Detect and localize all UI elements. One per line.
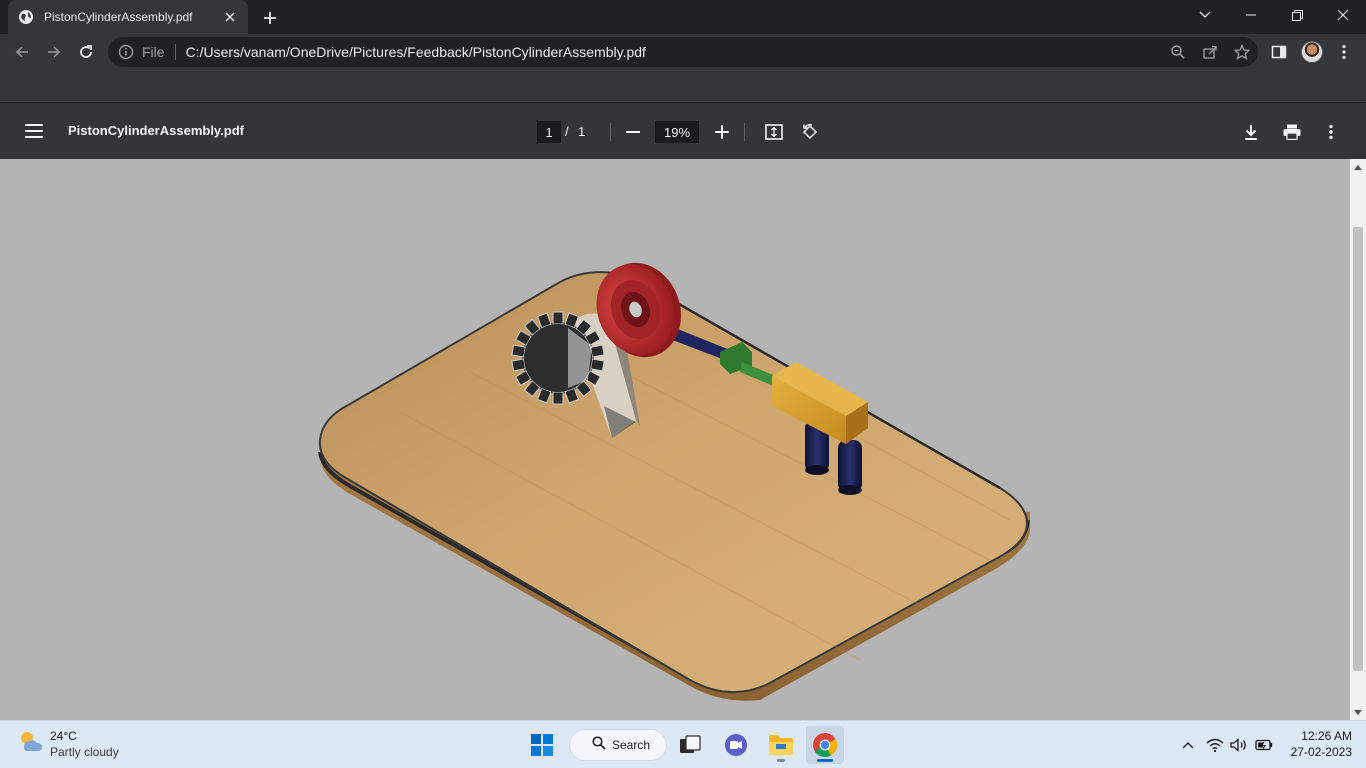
chrome-button[interactable] [806, 726, 844, 764]
tab-search-chevron-icon[interactable] [1182, 0, 1228, 30]
page-number-input[interactable] [537, 121, 561, 143]
tab-pdf[interactable]: PistonCylinderAssembly.pdf [8, 0, 248, 34]
download-icon[interactable] [1238, 119, 1264, 145]
close-window-button[interactable] [1320, 0, 1366, 30]
task-view-icon [680, 735, 701, 753]
search-label: Search [612, 738, 651, 752]
partly-cloudy-icon [16, 727, 44, 760]
pdf-document-title: PistonCylinderAssembly.pdf [68, 123, 245, 138]
piston-cylinder-render [318, 262, 1030, 701]
pdf-viewport[interactable] [0, 159, 1350, 720]
scroll-up-arrow-icon[interactable] [1350, 159, 1366, 175]
file-explorer-button[interactable] [762, 726, 800, 764]
globe-icon [18, 9, 34, 25]
address-bar[interactable]: File C:/Users/vanam/OneDrive/Pictures/Fe… [108, 37, 1258, 67]
info-icon[interactable] [118, 44, 134, 60]
hidden-icons-chevron-icon[interactable] [1178, 735, 1198, 755]
clock-date: 27-02-2023 [1290, 745, 1352, 759]
start-button[interactable] [523, 726, 561, 764]
scroll-down-arrow-icon[interactable] [1350, 704, 1366, 720]
weather-widget[interactable]: 24°C Partly cloudy [16, 727, 119, 760]
new-tab-button[interactable] [258, 6, 282, 30]
search-icon [592, 735, 606, 755]
url-text[interactable]: C:/Users/vanam/OneDrive/Pictures/Feedbac… [186, 44, 1162, 60]
minimize-button[interactable] [1228, 0, 1274, 30]
weather-temperature: 24°C [50, 728, 77, 743]
clock-time: 12:26 AM [1301, 729, 1352, 743]
scrollbar-thumb[interactable] [1353, 227, 1363, 671]
back-arrow-icon[interactable] [8, 38, 36, 66]
page-separator: / [565, 124, 569, 139]
zoom-out-icon[interactable] [620, 119, 646, 145]
zoom-level-input[interactable] [655, 121, 699, 143]
task-view-button[interactable] [671, 726, 709, 764]
zoom-in-icon[interactable] [709, 119, 735, 145]
weather-condition: Partly cloudy [50, 744, 119, 759]
chat-icon [725, 734, 747, 756]
battery-icon[interactable] [1254, 735, 1274, 755]
vertical-scrollbar[interactable] [1350, 159, 1366, 720]
browser-menu-icon[interactable] [1330, 38, 1358, 66]
toolbar-divider [610, 123, 611, 141]
bookmark-star-icon[interactable] [1226, 37, 1258, 67]
reload-icon[interactable] [72, 38, 100, 66]
gear [511, 311, 605, 405]
avatar [1301, 41, 1323, 63]
side-panel-icon[interactable] [1265, 38, 1293, 66]
hamburger-menu-icon[interactable] [20, 119, 48, 143]
page-total: 1 [578, 124, 586, 139]
windows-taskbar: 24°C Partly cloudy Search 12:26 AM 27-02… [0, 720, 1366, 768]
active-indicator [817, 759, 833, 762]
tab-strip: PistonCylinderAssembly.pdf [0, 0, 1366, 34]
windows-logo-icon [531, 734, 553, 756]
system-clock[interactable]: 12:26 AM 27-02-2023 [1286, 728, 1352, 760]
zoom-magnifier-icon[interactable] [1162, 37, 1194, 67]
tab-title: PistonCylinderAssembly.pdf [44, 10, 193, 24]
pdf-toolbar: PistonCylinderAssembly.pdf / 1 [0, 103, 1366, 159]
folder-icon [769, 735, 793, 755]
wifi-icon[interactable] [1205, 735, 1225, 755]
scheme-label: File [142, 44, 165, 60]
restore-button[interactable] [1274, 0, 1320, 30]
running-indicator [777, 759, 785, 762]
more-actions-icon[interactable] [1318, 119, 1344, 145]
taskbar-search[interactable]: Search [569, 729, 667, 761]
teams-chat-button[interactable] [717, 726, 755, 764]
volume-icon[interactable] [1229, 735, 1249, 755]
close-tab-icon[interactable] [222, 9, 238, 25]
forward-arrow-icon[interactable] [40, 38, 68, 66]
browser-toolbar: File C:/Users/vanam/OneDrive/Pictures/Fe… [0, 34, 1366, 70]
chrome-icon [813, 733, 838, 758]
rotate-icon[interactable] [797, 119, 823, 145]
fit-to-page-icon[interactable] [761, 119, 787, 145]
toolbar-spacer [0, 70, 1366, 102]
toolbar-divider [744, 123, 745, 141]
profile-avatar[interactable] [1298, 38, 1326, 66]
omnibox-divider [174, 44, 176, 60]
share-icon[interactable] [1194, 37, 1226, 67]
print-icon[interactable] [1279, 119, 1305, 145]
support-leg [838, 440, 862, 492]
